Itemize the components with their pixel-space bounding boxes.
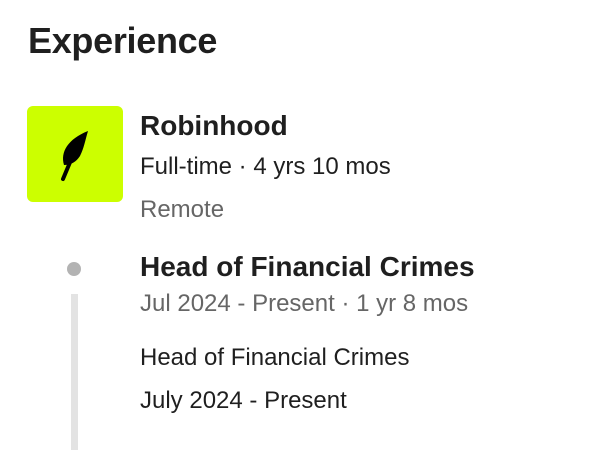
- position-description-line: Head of Financial Crimes: [140, 344, 410, 371]
- company-logo[interactable]: [27, 106, 123, 202]
- position-title: Head of Financial Crimes: [140, 251, 475, 282]
- company-location: Remote: [140, 196, 225, 223]
- timeline-dot: [67, 262, 81, 276]
- timeline-line: [71, 294, 78, 450]
- position-dates: Jul 2024 - Present · 1 yr 8 mos: [140, 290, 469, 317]
- employment-duration: Full-time · 4 yrs 10 mos: [140, 153, 391, 180]
- company-name[interactable]: Robinhood: [140, 110, 288, 142]
- section-title: Experience: [28, 20, 218, 61]
- feather-icon: [61, 131, 88, 181]
- position-description-line: July 2024 - Present: [140, 387, 347, 414]
